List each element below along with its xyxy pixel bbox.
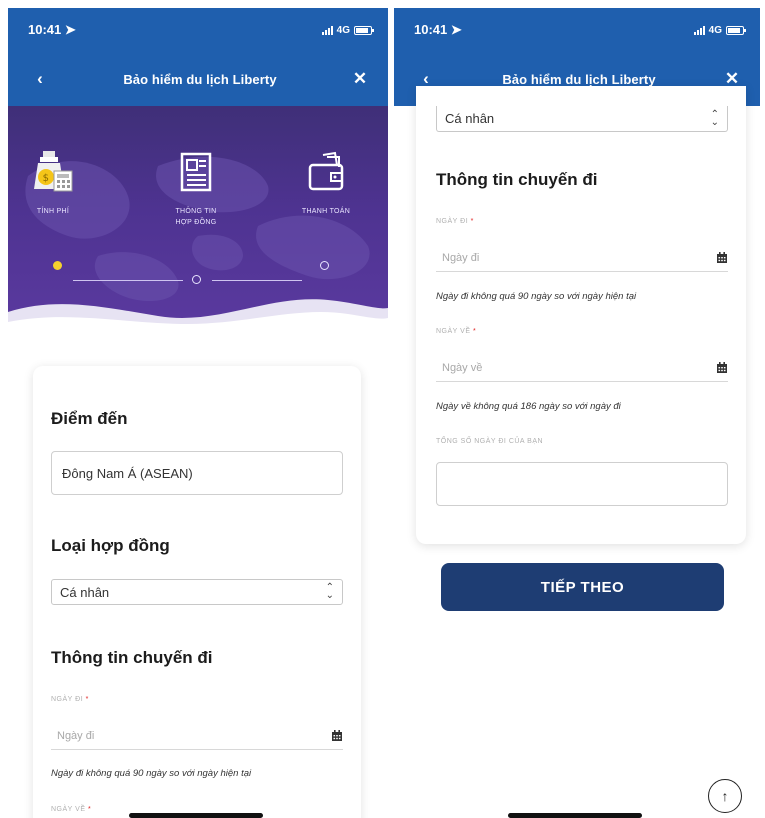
depart-date-hint: Ngày đi không quá 90 ngày so với ngày hi…	[436, 291, 637, 302]
contract-type-value: Cá nhân	[60, 584, 110, 600]
trip-info-title: Thông tin chuyến đi	[51, 648, 213, 667]
return-date-label: NGÀY VỀ *	[51, 806, 92, 813]
progress-line-left	[73, 280, 183, 281]
next-button[interactable]: TIẾP THEO	[441, 563, 724, 611]
form-card: Điểm đến Đông Nam Á (ASEAN) Loại hợp đồn…	[33, 366, 361, 818]
contract-type-value: Cá nhân	[445, 111, 495, 126]
signal-icon	[321, 25, 333, 35]
step-label-thong-tin-hop-dong: THÔNG TIN HỢP ĐỒNG	[175, 208, 217, 226]
wallet-icon	[276, 148, 376, 196]
depart-date-placeholder: Ngày đi	[442, 251, 480, 264]
network-label: 4G	[336, 24, 350, 36]
trip-info-title: Thông tin chuyến đi	[436, 170, 598, 189]
phone-screen-right: 10:41 ➤ 4G ‹ Bảo hiểm du lịch Liberty ✕ …	[394, 8, 760, 818]
return-date-placeholder: Ngày về	[442, 361, 483, 374]
network-label: 4G	[708, 24, 722, 36]
calendar-icon[interactable]	[716, 361, 728, 374]
depart-date-label: NGÀY ĐI *	[436, 218, 474, 225]
status-icons: 4G	[321, 24, 374, 36]
step-label-thanh-toan: THANH TOÁN	[301, 208, 351, 215]
phone-screen-left: 10:41 ➤ 4G ‹ Bảo hiểm du lịch Liberty ✕	[8, 8, 388, 818]
screenshot-stage: 10:41 ➤ 4G ‹ Bảo hiểm du lịch Liberty ✕	[0, 0, 765, 818]
depart-date-hint: Ngày đi không quá 90 ngày so với ngày hi…	[51, 768, 252, 779]
step-thanh-toan[interactable]: THANH TOÁN	[276, 148, 376, 217]
status-time: 10:41 ➤	[28, 22, 76, 37]
return-date-hint: Ngày về không quá 186 ngày so với ngày đ…	[436, 401, 621, 412]
hero-wave	[8, 299, 388, 336]
contract-type-select[interactable]: Cá nhân ⌃ ⌄	[436, 106, 728, 132]
return-date-input[interactable]: Ngày về	[436, 354, 728, 382]
battery-icon	[354, 25, 374, 35]
destination-field[interactable]: Đông Nam Á (ASEAN)	[51, 451, 343, 495]
arrow-up-icon: ↑	[721, 788, 729, 804]
status-icons: 4G	[693, 24, 746, 36]
progress-line-right	[212, 280, 302, 281]
step-indicator-active	[53, 261, 62, 270]
contract-type-select[interactable]: Cá nhân ⌃ ⌄	[51, 579, 343, 605]
nav-title: Bảo hiểm du lịch Liberty	[502, 71, 656, 87]
select-arrows-icon: ⌃ ⌄	[710, 108, 719, 128]
step-tinh-phi[interactable]: $ TÍNH PHÍ	[8, 148, 103, 217]
step-label-tinh-phi: TÍNH PHÍ	[36, 208, 70, 215]
destination-title: Điểm đến	[51, 409, 128, 428]
step-indicator-2	[192, 275, 201, 284]
scroll-to-top-button[interactable]: ↑	[708, 779, 742, 813]
total-days-label: TỔNG SỐ NGÀY ĐI CỦA BẠN	[436, 438, 544, 445]
signal-icon	[693, 25, 705, 35]
select-arrows-icon: ⌃ ⌄	[325, 582, 334, 601]
depart-date-label: NGÀY ĐI *	[51, 696, 89, 703]
chevron-left-icon[interactable]: ‹	[30, 69, 50, 89]
status-bar: 10:41 ➤ 4G	[8, 8, 388, 52]
contract-type-title: Loại hợp đồng	[51, 536, 170, 555]
status-bar: 10:41 ➤ 4G	[394, 8, 760, 52]
depart-date-input[interactable]: Ngày đi	[436, 244, 728, 272]
money-bag-icon: $	[8, 148, 103, 196]
nav-bar: ‹ Bảo hiểm du lịch Liberty ✕	[8, 52, 388, 106]
return-date-label: NGÀY VỀ *	[436, 328, 477, 335]
calendar-icon[interactable]	[716, 251, 728, 264]
step-indicator-3	[320, 261, 329, 270]
total-days-field[interactable]	[436, 462, 728, 506]
battery-icon	[726, 25, 746, 35]
form-card-scrolled: Cá nhân ⌃ ⌄ Thông tin chuyến đi NGÀY ĐI *…	[416, 86, 746, 544]
close-icon[interactable]: ✕	[350, 69, 370, 89]
depart-date-input[interactable]: Ngày đi	[51, 722, 343, 750]
nav-title: Bảo hiểm du lịch Liberty	[123, 71, 277, 87]
status-time: 10:41 ➤	[414, 22, 462, 37]
depart-date-placeholder: Ngày đi	[57, 729, 95, 742]
calendar-icon[interactable]	[331, 729, 343, 742]
step-thong-tin-hop-dong[interactable]: THÔNG TIN HỢP ĐỒNG	[146, 148, 246, 228]
document-icon	[146, 148, 246, 196]
steps-hero-banner: $ TÍNH PHÍ THÔNG TIN HỢP ĐỒNG THANH TOÁN	[8, 106, 388, 336]
home-indicator	[129, 813, 263, 818]
home-indicator	[508, 813, 642, 818]
svg-text:$: $	[43, 173, 50, 184]
